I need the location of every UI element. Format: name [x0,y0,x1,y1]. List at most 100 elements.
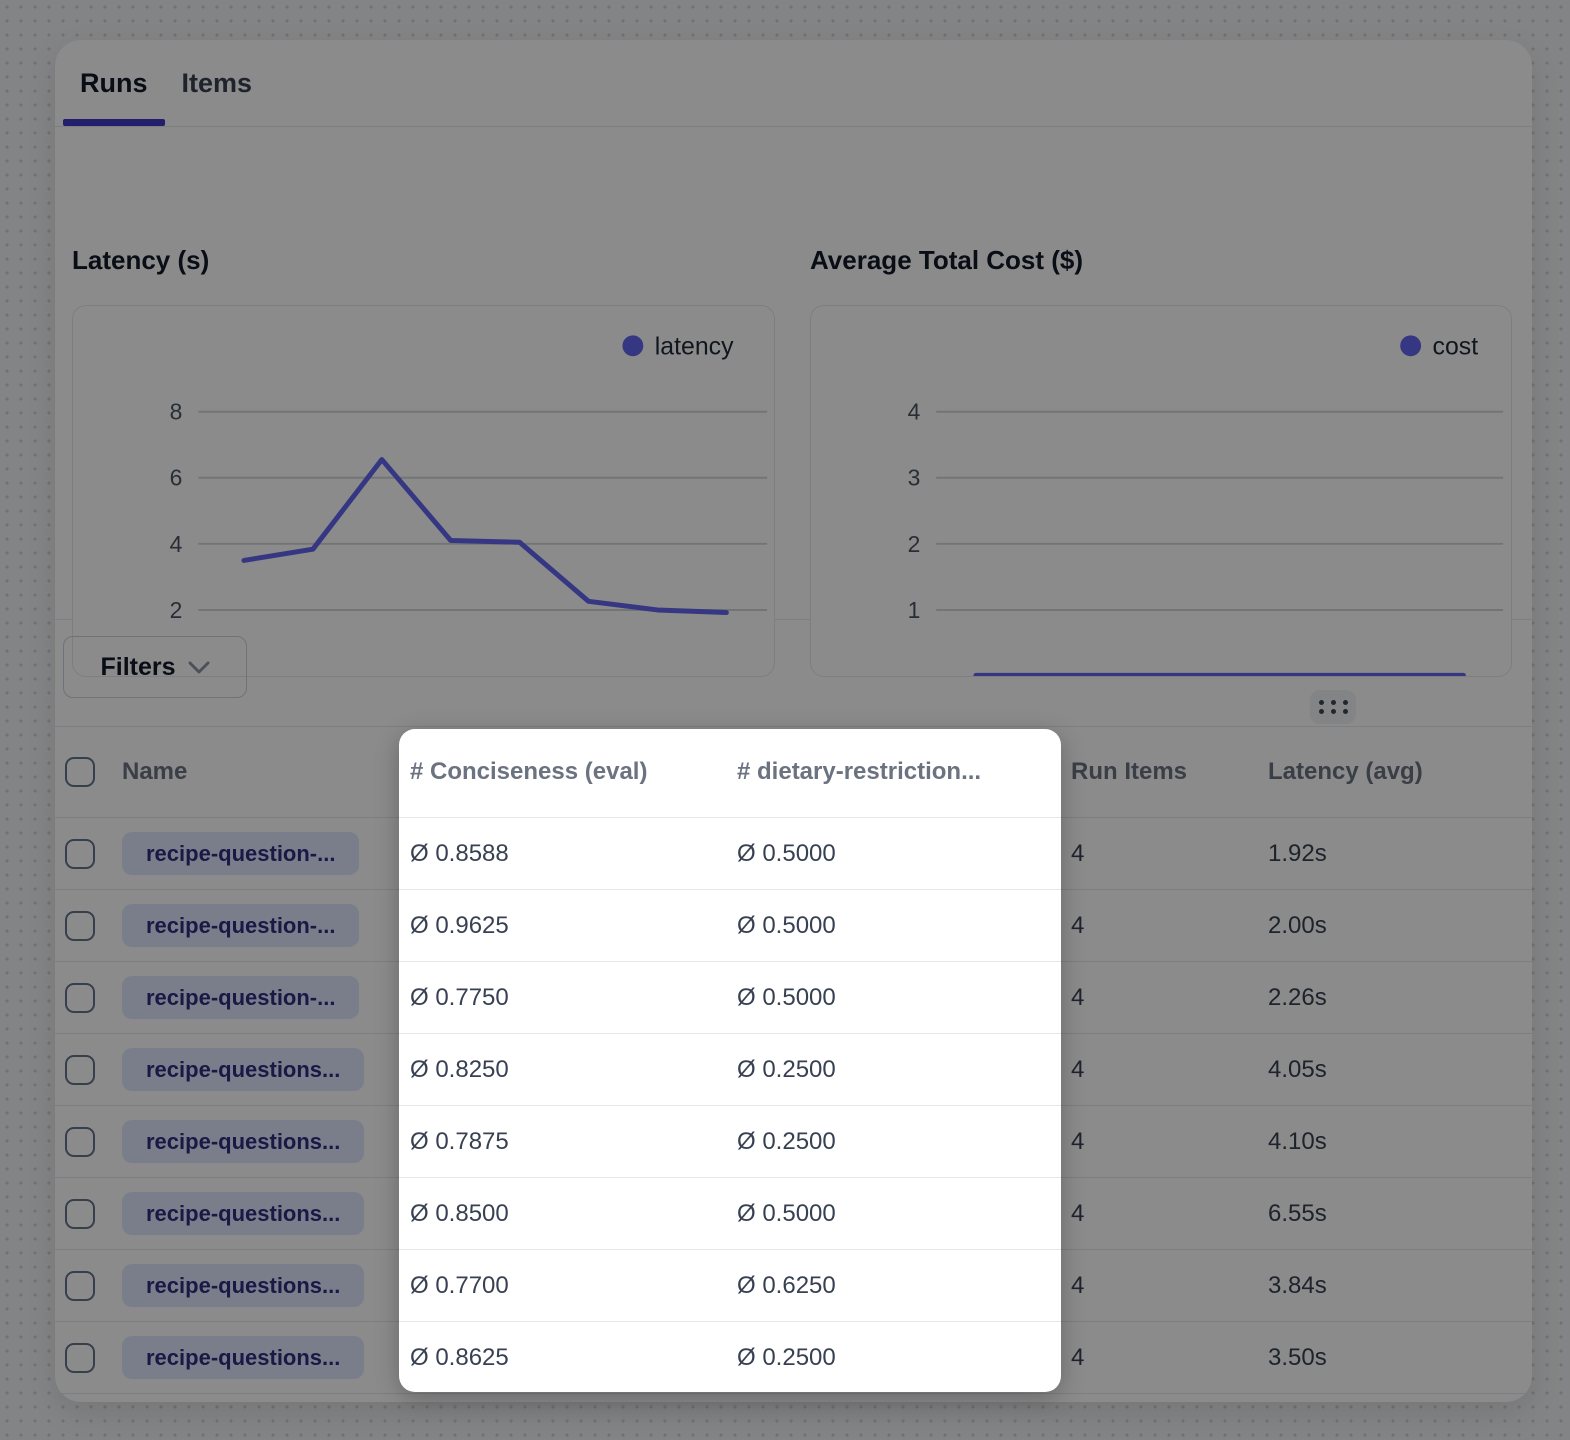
svg-text:2: 2 [170,597,183,623]
charts-section: Latency (s) Average Total Cost ($) 2 4 6 8 l… [55,127,1532,620]
select-all-checkbox[interactable] [65,757,95,787]
dietary-restriction-cell: Ø 0.2500 [727,1128,1061,1156]
tab-items[interactable]: Items [165,40,270,126]
run-items-cell: 4 [1061,984,1258,1012]
run-name-cell: recipe-question-... [112,832,400,875]
svg-text:2: 2 [908,531,921,557]
run-name-badge[interactable]: recipe-question-... [122,904,359,947]
column-header-conciseness: # Conciseness (eval) [400,758,727,786]
dietary-restriction-cell: Ø 0.5000 [727,840,1061,868]
row-select-cell [55,1271,112,1301]
conciseness-cell: Ø 0.7875 [400,1128,727,1156]
svg-text:6: 6 [170,465,183,491]
svg-text:3: 3 [908,465,921,491]
table-row: recipe-questions... Ø 0.8500 Ø 0.5000 4 … [55,1178,1532,1250]
row-checkbox[interactable] [65,911,95,941]
run-name-badge[interactable]: recipe-questions... [122,1264,364,1307]
latency-avg-cell: 1.92s [1258,840,1532,868]
row-checkbox[interactable] [65,1055,95,1085]
run-name-badge[interactable]: recipe-questions... [122,1336,364,1379]
run-items-cell: 4 [1061,840,1258,868]
svg-text:cost: cost [1433,333,1479,361]
row-checkbox[interactable] [65,1343,95,1373]
drag-handle-icon [1319,700,1348,714]
active-tab-underline [63,119,165,126]
table-row: recipe-questions... Ø 0.8625 Ø 0.2500 4 … [55,1322,1532,1394]
row-select-cell [55,911,112,941]
row-select-cell [55,983,112,1013]
run-name-cell: recipe-questions... [112,1048,400,1091]
table-row: recipe-question-... Ø 0.9625 Ø 0.5000 4 … [55,890,1532,962]
tab-items-label: Items [182,68,253,99]
runs-table: Name # Conciseness (eval) # dietary-rest… [55,727,1532,1394]
tab-runs-label: Runs [80,68,148,99]
conciseness-cell: Ø 0.8625 [400,1344,727,1372]
latency-avg-cell: 2.00s [1258,912,1532,940]
dietary-restriction-cell: Ø 0.2500 [727,1056,1061,1084]
svg-text:4: 4 [170,531,183,557]
run-name-cell: recipe-questions... [112,1336,400,1379]
dietary-restriction-cell: Ø 0.6250 [727,1272,1061,1300]
table-body: recipe-question-... Ø 0.8588 Ø 0.5000 4 … [55,818,1532,1394]
dietary-restriction-cell: Ø 0.5000 [727,1200,1061,1228]
conciseness-cell: Ø 0.7700 [400,1272,727,1300]
latency-avg-cell: 3.50s [1258,1344,1532,1372]
runs-panel: Runs Items Latency (s) Average Total Cos… [55,40,1532,1402]
row-checkbox[interactable] [65,1127,95,1157]
filters-button[interactable]: Filters [63,636,247,698]
latency-avg-cell: 3.84s [1258,1272,1532,1300]
run-name-badge[interactable]: recipe-questions... [122,1120,364,1163]
row-checkbox[interactable] [65,1199,95,1229]
run-name-badge[interactable]: recipe-question-... [122,976,359,1019]
row-checkbox[interactable] [65,839,95,869]
row-checkbox[interactable] [65,1271,95,1301]
conciseness-cell: Ø 0.8588 [400,840,727,868]
run-items-cell: 4 [1061,1200,1258,1228]
run-name-cell: recipe-question-... [112,976,400,1019]
row-select-cell [55,839,112,869]
conciseness-cell: Ø 0.8500 [400,1200,727,1228]
chevron-down-icon [188,661,210,674]
tab-runs[interactable]: Runs [63,40,165,126]
latency-avg-cell: 2.26s [1258,984,1532,1012]
run-name-badge[interactable]: recipe-question-... [122,832,359,875]
page: { "tabs": {"runs": "Runs", "items": "Ite… [0,0,1570,1440]
run-items-cell: 4 [1061,1128,1258,1156]
table-header-row: Name # Conciseness (eval) # dietary-rest… [55,727,1532,818]
table-row: recipe-question-... Ø 0.7750 Ø 0.5000 4 … [55,962,1532,1034]
row-select-cell [55,1343,112,1373]
filters-button-label: Filters [100,653,175,682]
row-select-cell [55,1127,112,1157]
select-all-cell [55,757,112,787]
table-row: recipe-question-... Ø 0.8588 Ø 0.5000 4 … [55,818,1532,890]
latency-avg-cell: 4.10s [1258,1128,1532,1156]
conciseness-cell: Ø 0.7750 [400,984,727,1012]
run-items-cell: 4 [1061,1056,1258,1084]
conciseness-cell: Ø 0.8250 [400,1056,727,1084]
column-header-latency-avg: Latency (avg) [1258,758,1532,786]
run-name-badge[interactable]: recipe-questions... [122,1192,364,1235]
section-resize-handle[interactable] [1310,690,1356,724]
run-name-badge[interactable]: recipe-questions... [122,1048,364,1091]
row-checkbox[interactable] [65,983,95,1013]
run-name-cell: recipe-question-... [112,904,400,947]
run-name-cell: recipe-questions... [112,1264,400,1307]
latency-avg-cell: 6.55s [1258,1200,1532,1228]
dietary-restriction-cell: Ø 0.5000 [727,984,1061,1012]
svg-text:4: 4 [908,399,921,425]
latency-chart-title: Latency (s) [72,245,209,276]
run-items-cell: 4 [1061,1272,1258,1300]
svg-text:latency: latency [655,333,734,361]
conciseness-cell: Ø 0.9625 [400,912,727,940]
table-row: recipe-questions... Ø 0.7875 Ø 0.2500 4 … [55,1106,1532,1178]
cost-chart-title: Average Total Cost ($) [810,245,1083,276]
run-name-cell: recipe-questions... [112,1192,400,1235]
run-name-cell: recipe-questions... [112,1120,400,1163]
column-header-name: Name [112,758,400,786]
latency-avg-cell: 4.05s [1258,1056,1532,1084]
svg-text:1: 1 [908,597,921,623]
svg-text:8: 8 [170,399,183,425]
row-select-cell [55,1055,112,1085]
run-items-cell: 4 [1061,1344,1258,1372]
dietary-restriction-cell: Ø 0.5000 [727,912,1061,940]
